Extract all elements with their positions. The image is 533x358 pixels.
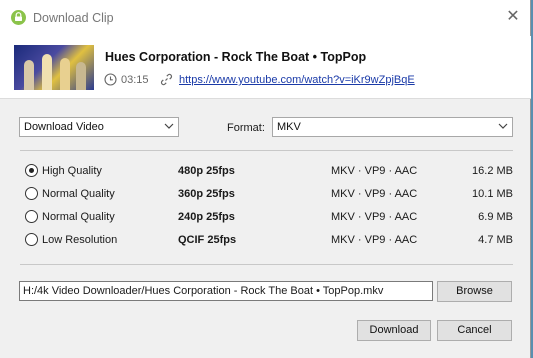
quality-radio[interactable]	[25, 187, 38, 200]
title-bar: Download Clip ✕	[0, 0, 530, 36]
quality-codecs: MKV · VP9 · AAC	[331, 234, 418, 246]
quality-codecs: MKV · VP9 · AAC	[331, 211, 418, 223]
quality-resolution: 240p 25fps	[178, 211, 235, 223]
download-clip-dialog: Download Clip ✕ Hues Corporation - Rock …	[0, 0, 531, 358]
download-type-select[interactable]: Download Video	[19, 117, 179, 137]
chevron-down-icon	[498, 121, 508, 134]
video-title: Hues Corporation - Rock The Boat • TopPo…	[105, 50, 367, 64]
quality-radio[interactable]	[25, 233, 38, 246]
quality-label: High Quality	[42, 165, 102, 177]
window-title: Download Clip	[33, 11, 114, 25]
quality-label: Normal Quality	[42, 211, 115, 223]
quality-radio[interactable]	[25, 210, 38, 223]
divider	[20, 150, 513, 151]
video-url-link[interactable]: https://www.youtube.com/watch?v=iKr9wZpj…	[179, 74, 415, 86]
format-value: MKV	[277, 121, 301, 133]
download-type-value: Download Video	[24, 121, 104, 133]
cancel-button[interactable]: Cancel	[437, 320, 512, 341]
app-logo-icon	[11, 10, 26, 25]
link-icon	[160, 73, 173, 89]
browse-button[interactable]: Browse	[437, 281, 512, 302]
video-info-panel: Hues Corporation - Rock The Boat • TopPo…	[0, 36, 531, 99]
quality-size: 10.1 MB	[472, 188, 513, 200]
quality-size: 16.2 MB	[472, 165, 513, 177]
quality-size: 4.7 MB	[478, 234, 513, 246]
quality-resolution: QCIF 25fps	[178, 234, 237, 246]
quality-option-row[interactable]: Normal Quality 360p 25fps MKV · VP9 · AA…	[0, 184, 531, 204]
quality-radio[interactable]	[25, 164, 38, 177]
close-icon[interactable]: ✕	[504, 8, 522, 26]
quality-codecs: MKV · VP9 · AAC	[331, 165, 418, 177]
quality-resolution: 360p 25fps	[178, 188, 235, 200]
quality-resolution: 480p 25fps	[178, 165, 235, 177]
quality-option-row[interactable]: Normal Quality 240p 25fps MKV · VP9 · AA…	[0, 207, 531, 227]
video-duration: 03:15	[121, 74, 149, 86]
video-thumbnail	[14, 45, 94, 90]
quality-size: 6.9 MB	[478, 211, 513, 223]
quality-option-row[interactable]: High Quality 480p 25fps MKV · VP9 · AAC …	[0, 161, 531, 181]
quality-label: Normal Quality	[42, 188, 115, 200]
output-path-field[interactable]: H:/4k Video Downloader/Hues Corporation …	[19, 281, 433, 301]
format-select[interactable]: MKV	[272, 117, 513, 137]
clock-icon	[104, 73, 117, 89]
chevron-down-icon	[164, 121, 174, 134]
quality-option-row[interactable]: Low Resolution QCIF 25fps MKV · VP9 · AA…	[0, 230, 531, 250]
quality-label: Low Resolution	[42, 234, 118, 246]
quality-codecs: MKV · VP9 · AAC	[331, 188, 418, 200]
format-label: Format:	[227, 122, 265, 134]
download-button[interactable]: Download	[357, 320, 431, 341]
divider	[20, 264, 513, 265]
